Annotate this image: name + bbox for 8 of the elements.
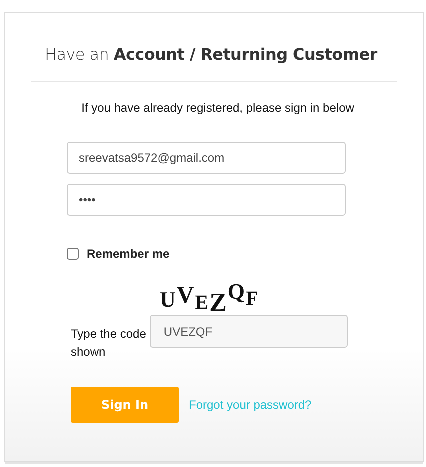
email-field[interactable]: sreevatsa9572@gmail.com [67, 142, 346, 174]
password-field[interactable]: •••• [67, 184, 346, 216]
captcha-field[interactable]: UVEZQF [150, 315, 348, 348]
remember-label[interactable]: Remember me [87, 245, 170, 264]
intro-text: If you have already registered, please sign in below [80, 100, 356, 118]
remember-checkbox[interactable] [67, 248, 79, 260]
captcha-label: Type the code shown [71, 326, 148, 362]
section-heading: Have an Account / Returning Customer [44, 44, 379, 64]
